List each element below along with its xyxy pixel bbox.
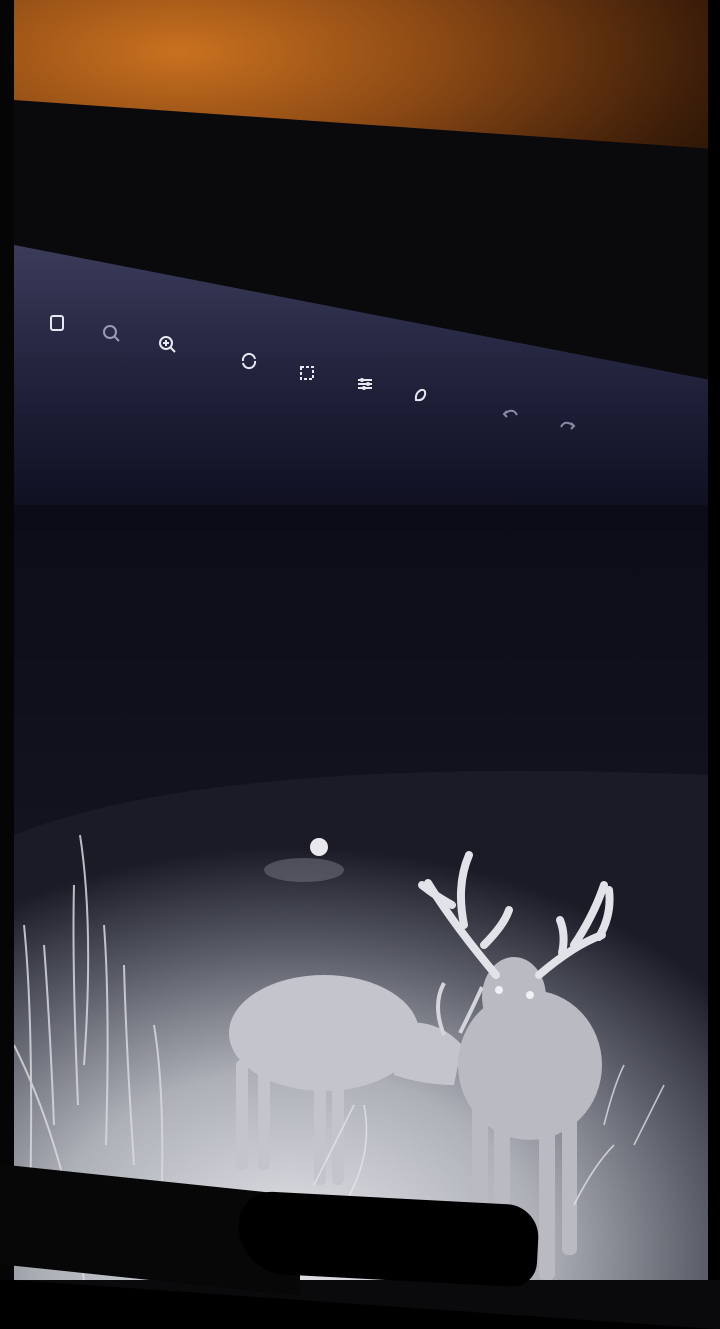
rotate-page-icon[interactable] [46,313,68,335]
left-frame-edge [0,0,14,1280]
rotate-icon[interactable] [238,351,260,373]
right-frame-edge [708,0,720,1280]
adjust-icon[interactable] [354,374,376,396]
zoom-out-icon[interactable] [100,323,122,345]
monitor-screen [14,245,708,1280]
undo-icon[interactable] [500,403,522,425]
redo-icon[interactable] [556,415,578,437]
trail-camera-photo [14,505,708,1280]
redaction-mark [236,1190,540,1288]
zoom-in-icon[interactable] [156,334,178,356]
crop-icon[interactable] [296,363,318,385]
markup-icon[interactable] [410,385,432,407]
